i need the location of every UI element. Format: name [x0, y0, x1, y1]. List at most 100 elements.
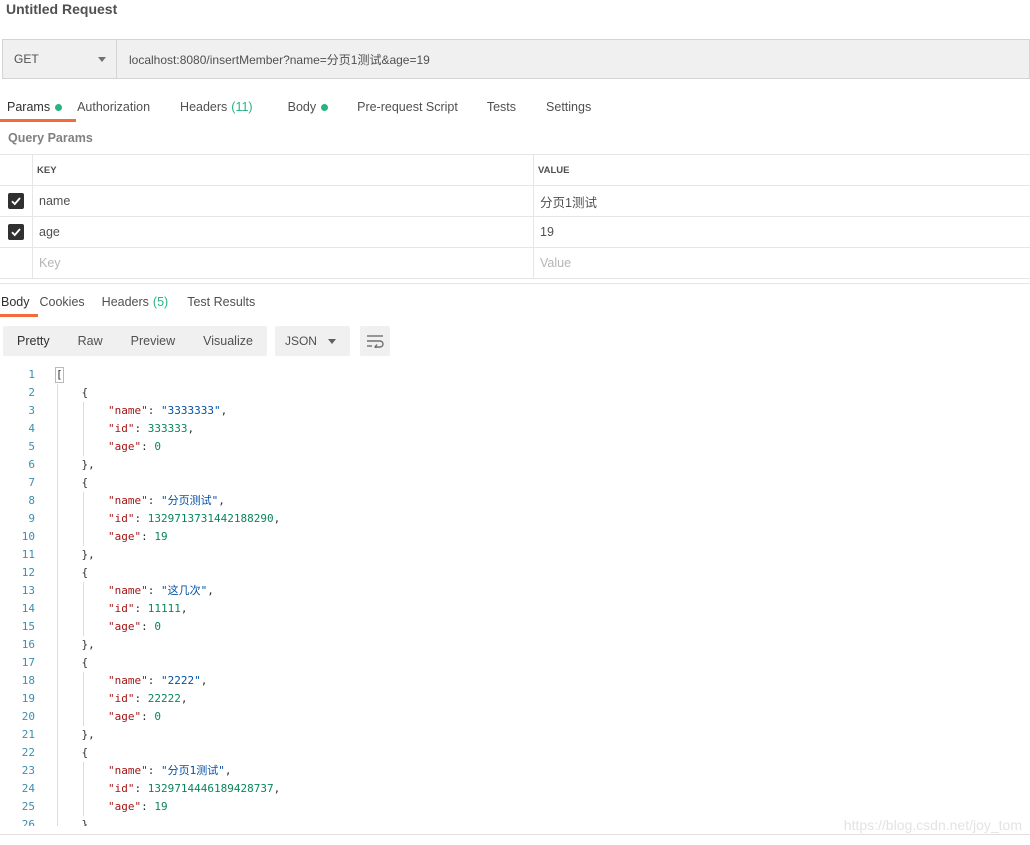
line-number: 2: [28, 386, 35, 399]
json-comma: ,: [207, 584, 214, 597]
tab-authorization[interactable]: Authorization: [77, 92, 150, 122]
code-text: "id": 1329714446189428737,: [107, 782, 281, 795]
line-number: 26: [21, 818, 35, 826]
response-toolbar: Pretty Raw Preview Visualize JSON: [3, 326, 390, 356]
tab-body[interactable]: Body: [288, 92, 329, 122]
watermark: https://blog.csdn.net/joy_tom: [843, 817, 1022, 833]
json-value: 19: [154, 800, 168, 813]
code-line: 25 "age": 19: [0, 798, 1030, 816]
code-line: 19 "id": 22222,: [0, 690, 1030, 708]
json-key: "id": [107, 782, 135, 795]
json-punctuation: {: [55, 386, 89, 399]
param-checkbox[interactable]: [8, 193, 24, 209]
code-text: [: [36, 366, 64, 384]
indent-guide: [83, 492, 84, 546]
code-line: 8 "name": "分页测试",: [0, 492, 1030, 510]
response-body-editor[interactable]: 1[2 {3 "name": "3333333", 4 "id": 333333,…: [0, 366, 1030, 826]
param-key[interactable]: age: [33, 217, 534, 247]
key-input[interactable]: Key: [33, 248, 534, 278]
json-value: 1329713731442188290: [147, 512, 274, 525]
line-number: 1: [28, 368, 35, 381]
status-dot-icon: [321, 103, 329, 111]
code-line: 6 },: [0, 456, 1030, 474]
view-preview-button[interactable]: Preview: [117, 326, 189, 356]
line-number: 4: [28, 422, 35, 435]
response-tabs: Body Cookies Headers (5) Test Results: [0, 287, 255, 317]
code-line: 15 "age": 0: [0, 618, 1030, 636]
json-key: "age": [107, 530, 142, 543]
code-line: 12 {: [0, 564, 1030, 582]
line-number: 18: [21, 674, 35, 687]
json-value: "2222": [160, 674, 201, 687]
tab-label: Tests: [486, 100, 517, 114]
line-number: 9: [28, 512, 35, 525]
request-title: Untitled Request: [6, 1, 118, 17]
tab-pre-request-script[interactable]: Pre-request Script: [357, 92, 458, 122]
line-number: 20: [21, 710, 35, 723]
json-punctuation: },: [55, 638, 95, 651]
tab-test-results[interactable]: Test Results: [187, 287, 255, 317]
code-text: "age": 0: [107, 710, 161, 723]
line-number: 5: [28, 440, 35, 453]
json-key: "age": [107, 710, 142, 723]
code-text: },: [36, 546, 95, 564]
json-value: "分页1测试": [160, 764, 225, 777]
json-comma: ,: [200, 674, 208, 687]
tab-label: Cookies: [39, 295, 85, 309]
code-text: {: [36, 564, 88, 582]
json-value: "分页测试": [160, 494, 219, 507]
json-key: "name": [107, 764, 148, 777]
json-key: "id": [107, 422, 135, 435]
param-checkbox[interactable]: [8, 224, 24, 240]
json-value: 11111: [147, 602, 181, 615]
code-text: {: [36, 654, 88, 672]
code-text: "id": 22222,: [107, 692, 188, 705]
json-value: 0: [154, 710, 161, 723]
tab-headers[interactable]: Headers (11): [180, 92, 253, 122]
json-value: 333333: [147, 422, 188, 435]
json-punctuation: },: [55, 548, 95, 561]
tab-label: Headers: [180, 100, 228, 114]
json-punctuation: },: [55, 728, 95, 741]
code-text: "id": 1329713731442188290,: [107, 512, 281, 525]
wrap-lines-button[interactable]: [359, 326, 390, 356]
indent-guide: [83, 582, 84, 636]
method-select[interactable]: GET: [3, 40, 117, 78]
tab-label: Body: [1, 295, 30, 309]
key-header: KEY: [33, 155, 534, 185]
json-punctuation: }: [55, 818, 89, 826]
code-line: 10 "age": 19: [0, 528, 1030, 546]
param-key[interactable]: name: [33, 186, 534, 216]
format-select[interactable]: JSON: [274, 326, 350, 356]
tab-settings[interactable]: Settings: [546, 92, 591, 122]
tab-tests[interactable]: Tests: [487, 92, 516, 122]
json-comma: ,: [180, 692, 188, 705]
json-value: 19: [154, 530, 168, 543]
json-key: "name": [107, 674, 148, 687]
view-visualize-button[interactable]: Visualize: [189, 326, 267, 356]
tab-label: Authorization: [77, 100, 151, 114]
view-raw-button[interactable]: Raw: [64, 326, 117, 356]
code-text: }: [36, 816, 88, 826]
value-input[interactable]: Value: [534, 248, 1030, 278]
status-dot-icon: [55, 103, 63, 111]
code-line: 23 "name": "分页1测试",: [0, 762, 1030, 780]
param-value[interactable]: 19: [534, 217, 1030, 247]
code-line: 14 "id": 11111,: [0, 600, 1030, 618]
table-row-empty: Key Value: [0, 248, 1030, 279]
view-pretty-button[interactable]: Pretty: [3, 326, 64, 356]
tab-label: Test Results: [187, 295, 256, 309]
url-input[interactable]: [117, 40, 1029, 78]
tab-params[interactable]: Params: [0, 92, 77, 122]
tab-response-body[interactable]: Body: [0, 287, 38, 317]
json-key: "age": [107, 620, 142, 633]
json-key: "name": [107, 404, 148, 417]
wrap-lines-icon: [366, 335, 384, 348]
code-text: },: [36, 636, 95, 654]
tab-response-headers[interactable]: Headers (5): [102, 287, 169, 317]
json-value: "3333333": [160, 404, 221, 417]
divider: [0, 283, 1030, 284]
tab-cookies[interactable]: Cookies: [40, 287, 85, 317]
table-row: age 19: [0, 217, 1030, 248]
param-value[interactable]: 分页1测试: [534, 186, 1030, 216]
